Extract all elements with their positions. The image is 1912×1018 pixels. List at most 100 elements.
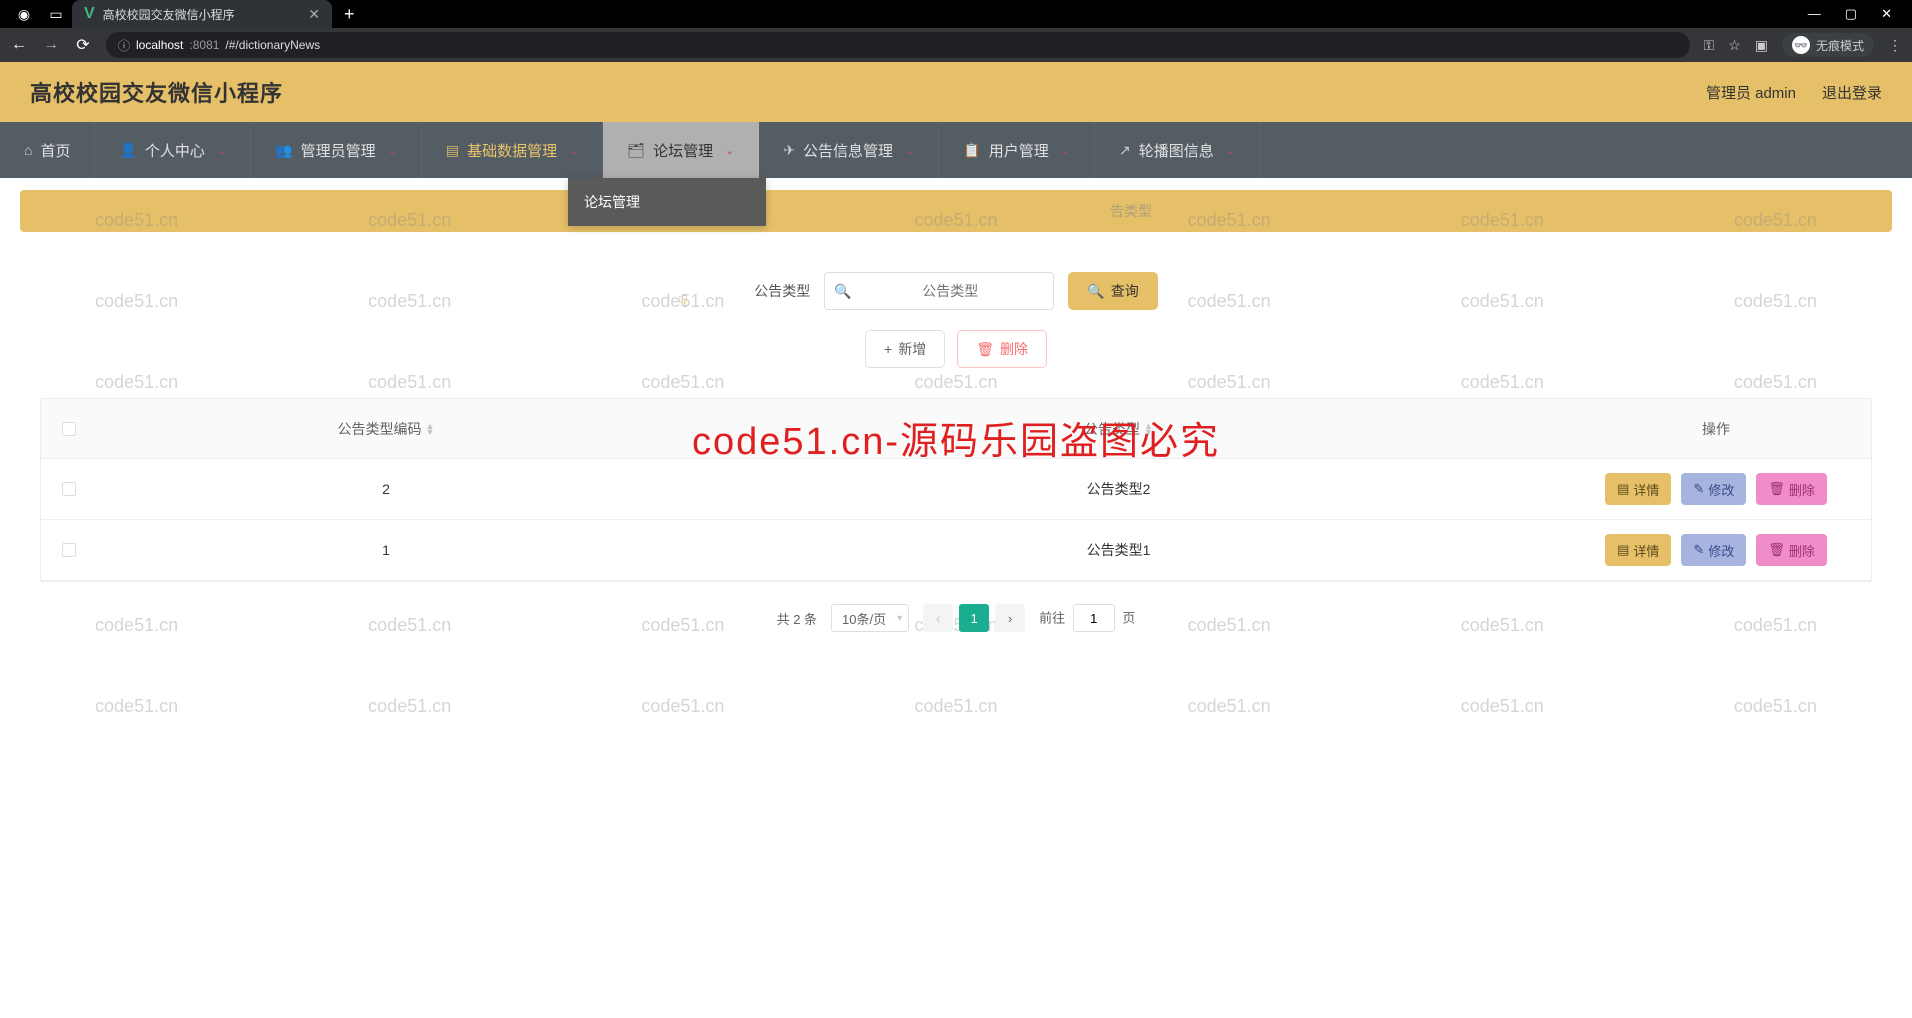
cell-name: 公告类型1 (676, 526, 1561, 574)
close-window-icon[interactable]: ✕ (1881, 6, 1892, 22)
edit-button[interactable]: ✎修改 (1681, 473, 1746, 505)
sort-icon[interactable]: ▲▼ (426, 423, 435, 435)
detail-button[interactable]: ▤详情 (1605, 473, 1671, 505)
detail-button[interactable]: ▤详情 (1605, 534, 1671, 566)
user-icon: 👤 (119, 142, 136, 159)
edit-icon: ✎ (1693, 542, 1704, 558)
action-row: + 新增 🗑 删除 (20, 330, 1892, 368)
add-button[interactable]: + 新增 (865, 330, 945, 368)
edit-icon: ✎ (1693, 481, 1704, 497)
nav-base-data[interactable]: ▤ 基础数据管理 ⌄ (422, 122, 603, 178)
clipboard-icon: 📋 (963, 142, 980, 159)
key-icon[interactable]: ⚿ (1704, 37, 1715, 54)
row-checkbox[interactable] (62, 543, 76, 557)
browser-chrome: ◉ ▭ V 高校校园交友微信小程序 ✕ + — ▢ ✕ ← → ⟳ ⓘ loca… (0, 0, 1912, 62)
chevron-down-icon: ⌄ (217, 144, 226, 157)
nav-notice-mgmt[interactable]: ✈ 公告信息管理 ⌄ (759, 122, 939, 178)
query-button[interactable]: 🔍 查询 (1068, 272, 1157, 310)
cursor-pointer-icon: ☟ (678, 292, 688, 312)
user-label[interactable]: 管理员 admin (1706, 82, 1796, 103)
window-controls: — ▢ ✕ (1808, 6, 1904, 22)
site-info-icon[interactable]: ⓘ (118, 37, 130, 54)
chevron-down-icon: ⌄ (725, 144, 734, 157)
delete-label: 删除 (1000, 339, 1028, 359)
app-title: 高校校园交友微信小程序 (30, 76, 283, 108)
breadcrumb-text: 告类型 (1110, 201, 1152, 221)
edit-button[interactable]: ✎修改 (1681, 534, 1746, 566)
col-name[interactable]: 公告类型 ▲▼ (676, 405, 1561, 453)
nav-admin-mgmt[interactable]: 👥 管理员管理 ⌄ (251, 122, 422, 178)
reload-button[interactable]: ⟳ (74, 35, 92, 55)
cell-name: 公告类型2 (676, 465, 1561, 513)
nav-label: 轮播图信息 (1139, 140, 1214, 161)
home-icon: ⌂ (24, 142, 32, 158)
forum-icon: 🗂 (627, 142, 645, 159)
nav-label: 用户管理 (989, 140, 1049, 161)
pagination: 共 2 条 10条/页 ‹ 1 › 前往 页 (20, 604, 1892, 632)
table-header: 公告类型编码 ▲▼ 公告类型 ▲▼ 操作 (41, 399, 1871, 459)
search-label: 公告类型 (754, 281, 810, 301)
nav-home[interactable]: ⌂ 首页 (0, 122, 95, 178)
url-path: /#/dictionaryNews (225, 38, 320, 52)
doc-icon: ▤ (1617, 542, 1629, 558)
search-input[interactable] (824, 272, 1054, 310)
table-row: 2 公告类型2 ▤详情 ✎修改 🗑删除 (41, 459, 1871, 520)
chevron-down-icon: ⌄ (905, 144, 914, 157)
nav-label: 公告信息管理 (803, 140, 893, 161)
maximize-icon[interactable]: ▢ (1845, 6, 1857, 22)
nav-label: 首页 (40, 140, 70, 161)
search-row: 公告类型 🔍 🔍 查询 (20, 272, 1892, 310)
incognito-label: 无痕模式 (1816, 37, 1864, 54)
window-icon: ▭ (48, 6, 64, 22)
row-checkbox[interactable] (62, 482, 76, 496)
nav-forum-mgmt[interactable]: 🗂 论坛管理 ⌄ (603, 122, 759, 178)
goto-page: 前往 页 (1039, 604, 1135, 632)
next-page-button[interactable]: › (995, 604, 1025, 632)
sort-icon[interactable]: ▲▼ (1144, 423, 1153, 435)
row-delete-button[interactable]: 🗑删除 (1756, 534, 1827, 566)
incognito-icon: 👓 (1792, 36, 1810, 54)
delete-button[interactable]: 🗑 删除 (957, 330, 1047, 368)
new-tab-button[interactable]: + (344, 4, 355, 25)
chevron-down-icon: ⌄ (1226, 144, 1235, 157)
breadcrumb-bar: 告类型 (20, 190, 1892, 232)
search-icon: 🔍 (1087, 283, 1104, 300)
nav-user-mgmt[interactable]: 📋 用户管理 ⌄ (939, 122, 1095, 178)
address-bar: ← → ⟳ ⓘ localhost:8081/#/dictionaryNews … (0, 28, 1912, 62)
close-tab-icon[interactable]: ✕ (308, 6, 320, 23)
chevron-down-icon: ⌄ (1061, 144, 1070, 157)
doc-icon: ▤ (1617, 481, 1629, 497)
select-all-checkbox[interactable] (62, 422, 76, 436)
browser-tab[interactable]: V 高校校园交友微信小程序 ✕ (72, 0, 332, 28)
admin-icon: 👥 (275, 142, 292, 159)
col-action: 操作 (1561, 405, 1871, 453)
dropdown-item-forum[interactable]: 论坛管理 (584, 192, 750, 212)
cell-code: 2 (96, 467, 676, 511)
nav-carousel[interactable]: ↗ 轮播图信息 ⌄ (1095, 122, 1260, 178)
nav-label: 管理员管理 (301, 140, 376, 161)
incognito-badge[interactable]: 👓 无痕模式 (1782, 33, 1874, 57)
minimize-icon[interactable]: — (1808, 6, 1821, 22)
nav-label: 个人中心 (145, 140, 205, 161)
goto-input[interactable] (1073, 604, 1115, 632)
app-header: 高校校园交友微信小程序 管理员 admin 退出登录 (0, 62, 1912, 122)
row-delete-button[interactable]: 🗑删除 (1756, 473, 1827, 505)
url-input[interactable]: ⓘ localhost:8081/#/dictionaryNews (106, 32, 1690, 58)
nav-dropdown: 论坛管理 (568, 178, 766, 226)
forward-button[interactable]: → (42, 36, 60, 54)
nav-personal[interactable]: 👤 个人中心 ⌄ (95, 122, 251, 178)
menu-icon[interactable]: ⋮ (1888, 37, 1902, 54)
extension-icon[interactable]: ▣ (1755, 37, 1768, 54)
nav-label: 基础数据管理 (467, 140, 557, 161)
page-number-button[interactable]: 1 (959, 604, 989, 632)
data-table: 公告类型编码 ▲▼ 公告类型 ▲▼ 操作 2 公告类型2 ▤详情 ✎修改 🗑删除… (40, 398, 1872, 582)
logout-link[interactable]: 退出登录 (1822, 82, 1882, 103)
back-button[interactable]: ← (10, 36, 28, 54)
url-port: :8081 (189, 38, 219, 52)
prev-page-button[interactable]: ‹ (923, 604, 953, 632)
star-icon[interactable]: ☆ (1728, 37, 1741, 54)
col-code[interactable]: 公告类型编码 ▲▼ (96, 405, 676, 453)
page-size-select[interactable]: 10条/页 (831, 604, 909, 632)
data-icon: ▤ (446, 142, 459, 159)
toolbar-right: ⚿ ☆ ▣ 👓 无痕模式 ⋮ (1704, 33, 1902, 57)
